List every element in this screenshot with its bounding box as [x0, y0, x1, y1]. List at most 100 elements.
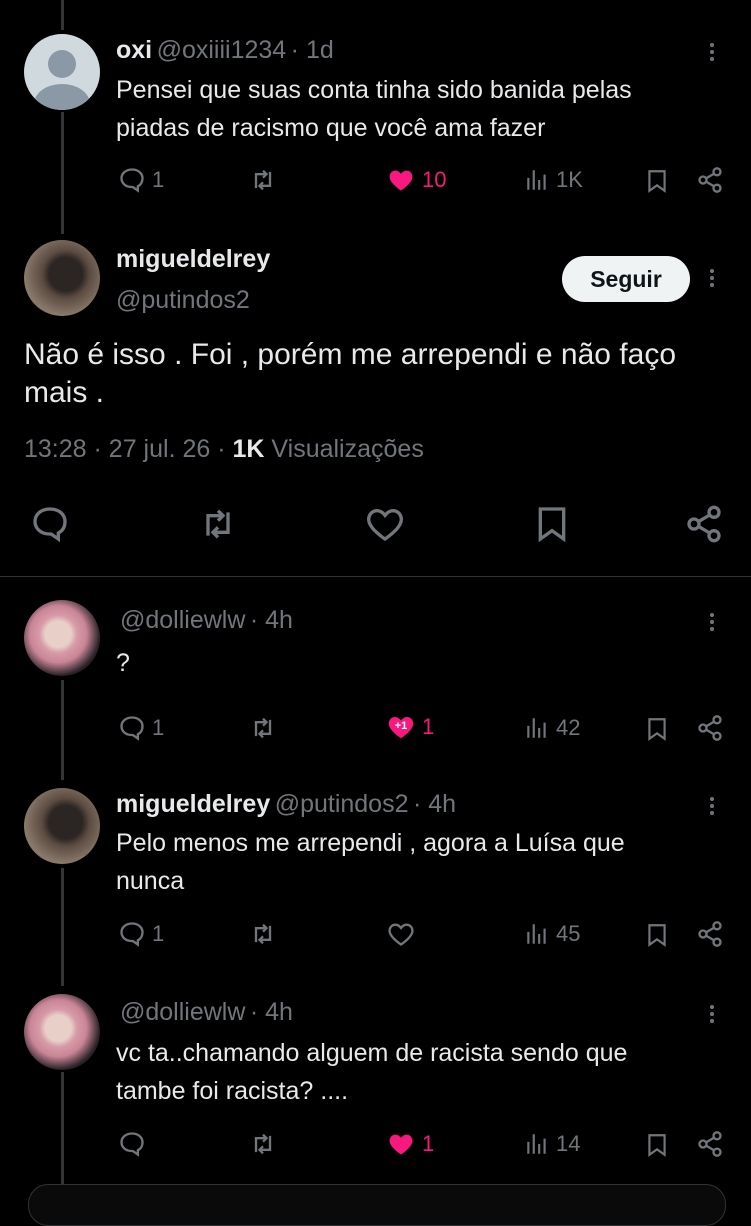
default-avatar-body-icon: [34, 84, 90, 110]
tweet-time[interactable]: 4h: [265, 998, 293, 1026]
tweet-text-line: piadas de racismo que você ama fazer: [116, 114, 546, 142]
share-button[interactable]: [684, 504, 724, 544]
reply-count: 1: [152, 167, 165, 192]
retweet-button[interactable]: [248, 166, 278, 194]
retweet-icon: [254, 169, 272, 191]
like-button[interactable]: [386, 920, 416, 948]
tweet-text: Pensei que suas conta tinha sido banida …: [116, 71, 632, 147]
user-handle[interactable]: @oxiiii1234: [157, 36, 287, 64]
reply-icon: [120, 716, 144, 741]
retweet-button[interactable]: [248, 1130, 278, 1158]
retweet-button[interactable]: [196, 504, 240, 544]
like-count: 1: [422, 1131, 435, 1156]
thread-line-top: [61, 0, 64, 30]
reply-button[interactable]: 1: [118, 166, 164, 194]
more-options-icon[interactable]: [710, 266, 716, 290]
user-handle[interactable]: @putindos2: [275, 790, 409, 818]
user-handle[interactable]: @putindos2: [116, 286, 250, 315]
thread-line-reply4: [61, 1072, 64, 1200]
heart-icon: [388, 923, 414, 946]
views-count: 14: [556, 1131, 581, 1156]
heart-plus-one-icon: +1: [386, 712, 416, 742]
heart-filled-icon: [389, 170, 413, 191]
more-options-icon[interactable]: [710, 1002, 716, 1026]
display-name[interactable]: migueldelrey: [116, 790, 270, 818]
like-button[interactable]: 1: [386, 1130, 434, 1158]
follow-button[interactable]: Seguir: [562, 256, 690, 302]
tweet-time[interactable]: 4h: [428, 790, 456, 818]
like-button[interactable]: [364, 504, 406, 544]
bookmark-icon: [648, 170, 666, 193]
tweet-time[interactable]: 4h: [265, 606, 293, 634]
reply-button[interactable]: 1: [118, 920, 164, 948]
tweet-text-line: tambe foi racista? ....: [116, 1077, 349, 1105]
views-label[interactable]: Visualizações: [271, 435, 423, 463]
user-handle[interactable]: @dolliewlw: [120, 606, 245, 634]
share-icon: [698, 921, 722, 947]
like-button[interactable]: 10: [386, 166, 446, 194]
share-button[interactable]: [696, 1130, 724, 1158]
tweet-text: ?: [116, 649, 130, 677]
share-button[interactable]: [696, 714, 724, 742]
retweet-icon: [254, 1133, 272, 1155]
reply-icon: [120, 1132, 144, 1157]
bookmark-button[interactable]: [644, 714, 670, 744]
bookmark-button[interactable]: [644, 920, 670, 950]
tweet-time[interactable]: 1d: [306, 36, 334, 64]
tweet-header: oxi @oxiiii1234 · 1d: [116, 36, 334, 64]
tweet-text-line: Pensei que suas conta tinha sido banida …: [116, 76, 632, 104]
views-chart-icon: [527, 170, 546, 190]
more-options-icon[interactable]: [710, 610, 716, 634]
bookmark-button[interactable]: [532, 502, 572, 546]
like-button[interactable]: +1 1: [386, 712, 434, 742]
avatar[interactable]: [24, 240, 100, 316]
heart-filled-icon: [389, 1134, 413, 1155]
avatar[interactable]: [24, 600, 100, 676]
avatar[interactable]: [24, 788, 100, 864]
views-button[interactable]: 14: [524, 1130, 580, 1158]
like-increment-badge: +1: [394, 720, 408, 732]
views-button[interactable]: 42: [524, 714, 580, 742]
display-name[interactable]: migueldelrey: [116, 245, 270, 274]
views-chart-icon: [527, 1134, 546, 1154]
avatar[interactable]: [24, 994, 100, 1070]
share-icon: [698, 715, 722, 741]
tweet-header: @dolliewlw · 4h: [120, 998, 293, 1026]
tweet-text: Não é isso . Foi , porém me arrependi e …: [24, 336, 676, 412]
views-button[interactable]: 1K: [524, 166, 583, 194]
views-button[interactable]: 45: [524, 920, 580, 948]
user-handle[interactable]: @dolliewlw: [120, 998, 245, 1026]
more-options-icon[interactable]: [710, 40, 716, 64]
reply-count: 1: [152, 921, 165, 946]
retweet-icon: [206, 509, 230, 539]
share-button[interactable]: [696, 166, 724, 194]
tweet-text-line: vc ta..chamando alguem de racista sendo …: [116, 1039, 628, 1067]
thread-line-reply2: [61, 680, 64, 780]
retweet-button[interactable]: [248, 714, 278, 742]
bookmark-button[interactable]: [644, 1130, 670, 1160]
tweet-date[interactable]: 27 jul. 26: [109, 435, 210, 463]
views-count: 1K: [556, 167, 583, 192]
bookmark-button[interactable]: [644, 166, 670, 196]
divider: [0, 576, 751, 577]
tweet-header: migueldelrey @putindos2 · 4h: [116, 790, 457, 818]
share-icon: [687, 505, 721, 543]
thread-line-reply3: [61, 868, 64, 986]
reply-button[interactable]: [30, 504, 70, 544]
display-name[interactable]: oxi: [116, 36, 152, 64]
thread-line-reply1: [61, 112, 64, 234]
retweet-button[interactable]: [248, 920, 278, 948]
avatar[interactable]: [24, 34, 100, 110]
share-button[interactable]: [696, 920, 724, 948]
reply-button[interactable]: 1: [118, 714, 164, 742]
bookmark-icon: [648, 924, 666, 947]
more-options-icon[interactable]: [710, 794, 716, 818]
reply-count: 1: [152, 715, 165, 740]
reply-icon: [33, 507, 67, 543]
reply-composer-edge[interactable]: [28, 1184, 726, 1226]
reply-button[interactable]: [118, 1130, 146, 1158]
views-chart-icon: [527, 924, 546, 944]
tweet-time[interactable]: 13:28: [24, 435, 87, 463]
tweet-text-line: Não é isso . Foi , porém me arrependi e …: [24, 338, 677, 371]
bookmark-icon: [648, 718, 666, 741]
